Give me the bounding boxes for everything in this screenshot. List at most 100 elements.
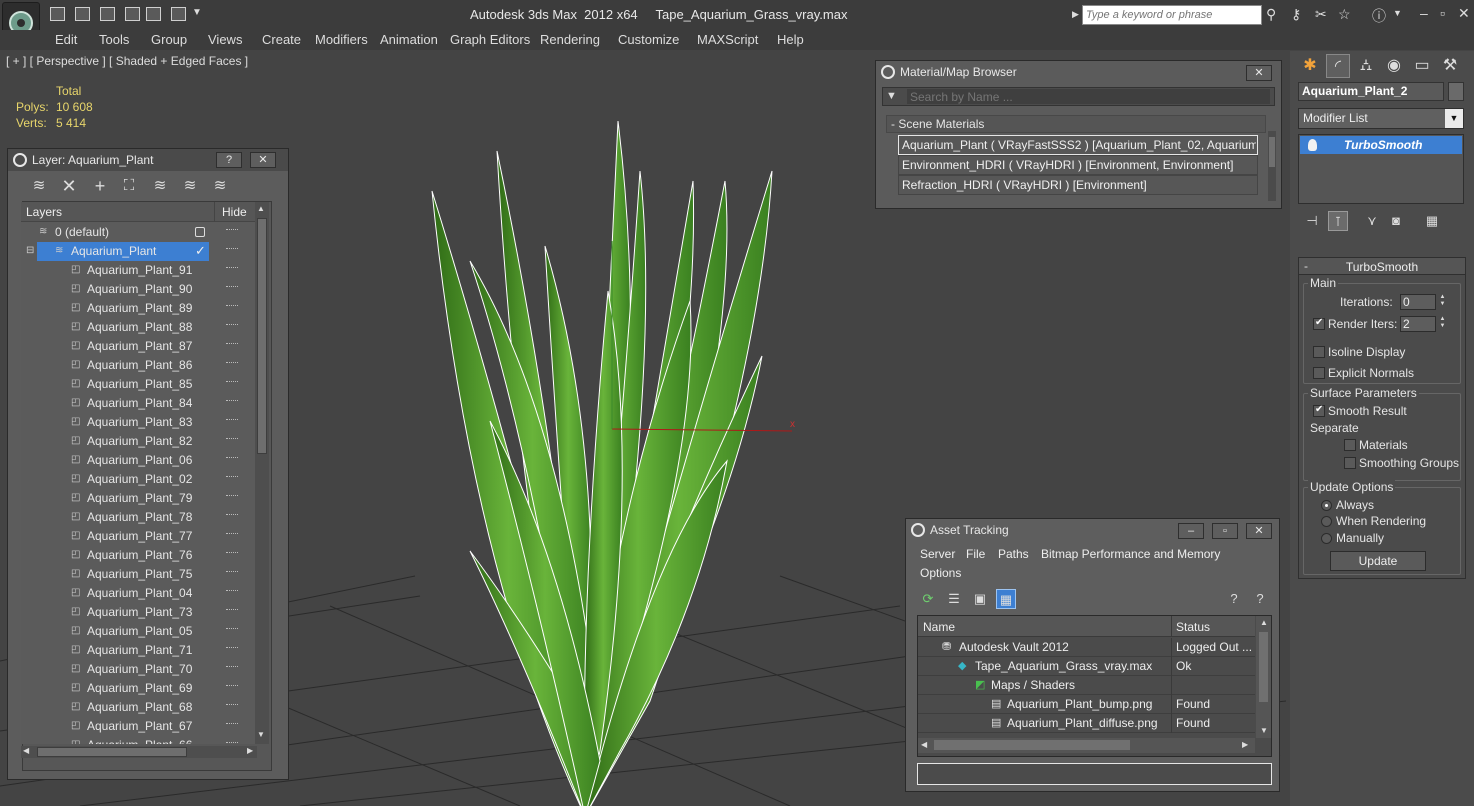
hide-toggle[interactable] bbox=[226, 742, 238, 744]
layer-object-item[interactable]: ◰ Aquarium_Plant_76 bbox=[21, 546, 255, 565]
layer-object-item[interactable]: ◰ Aquarium_Plant_02 bbox=[21, 470, 255, 489]
material-search-input[interactable] bbox=[907, 89, 1270, 104]
layer-object-item[interactable]: ◰ Aquarium_Plant_82 bbox=[21, 432, 255, 451]
smooth-result-checkbox[interactable] bbox=[1313, 404, 1325, 417]
menu-bitmap-performance[interactable]: Bitmap Performance and Memory bbox=[1041, 547, 1220, 561]
layer-object-item[interactable]: ◰ Aquarium_Plant_91 bbox=[21, 261, 255, 280]
asset-vertical-scrollbar[interactable]: ▲ ▼ bbox=[1256, 616, 1271, 738]
layer-object-item[interactable]: ◰ Aquarium_Plant_77 bbox=[21, 527, 255, 546]
hide-toggle[interactable] bbox=[226, 324, 238, 326]
material-scrollbar[interactable] bbox=[1268, 131, 1276, 201]
layer-object-item[interactable]: ◰ Aquarium_Plant_73 bbox=[21, 603, 255, 622]
asset-tracking-titlebar[interactable]: Asset Tracking – ▫ ✕ bbox=[906, 519, 1279, 541]
scroll-right-icon[interactable]: ▶ bbox=[247, 746, 253, 755]
layer-object-item[interactable]: ◰Aquarium_Plant_66 bbox=[21, 736, 255, 744]
list-view-icon[interactable]: ☰ bbox=[944, 589, 964, 609]
layer-horizontal-scrollbar[interactable]: ◀ ▶ bbox=[21, 746, 257, 758]
hide-toggle[interactable] bbox=[226, 419, 238, 421]
menu-group[interactable]: Group bbox=[151, 32, 187, 47]
modifier-list-dropdown[interactable]: Modifier List ▼ bbox=[1298, 108, 1464, 129]
layer-item-default[interactable]: ≋ 0 (default) bbox=[21, 223, 255, 242]
spinner-arrows-icon[interactable]: ▲ ▼ bbox=[1437, 294, 1448, 310]
menu-views[interactable]: Views bbox=[208, 32, 242, 47]
search-input[interactable] bbox=[1082, 5, 1262, 25]
iterations-input[interactable] bbox=[1400, 294, 1436, 310]
motion-tab-icon[interactable]: ◉ bbox=[1382, 54, 1406, 78]
rollout-header[interactable]: - TurboSmooth bbox=[1299, 258, 1465, 275]
undo-icon[interactable] bbox=[100, 7, 115, 21]
select-in-layer-icon[interactable]: ⛶ bbox=[120, 177, 138, 195]
scroll-right-icon[interactable]: ▶ bbox=[1242, 740, 1248, 749]
hide-toggle[interactable] bbox=[226, 723, 238, 725]
aquarium-plant-model[interactable] bbox=[431, 120, 773, 806]
help-dropdown-icon[interactable]: ▼ bbox=[1393, 8, 1402, 18]
layer-object-item[interactable]: ◰ Aquarium_Plant_85 bbox=[21, 375, 255, 394]
hide-toggle[interactable] bbox=[226, 400, 238, 402]
update-button[interactable]: Update bbox=[1330, 551, 1426, 571]
key-icon[interactable]: ⚷ bbox=[1291, 6, 1301, 23]
table-row[interactable]: ◩ Maps / Shaders bbox=[918, 676, 1255, 695]
display-tab-icon[interactable]: ▭ bbox=[1410, 54, 1434, 78]
scroll-left-icon[interactable]: ◀ bbox=[921, 740, 927, 749]
binoculars-icon[interactable]: ⚲ bbox=[1266, 6, 1276, 23]
column-layers[interactable]: Layers bbox=[26, 205, 62, 219]
menu-rendering[interactable]: Rendering bbox=[540, 32, 600, 47]
menu-tools[interactable]: Tools bbox=[99, 32, 129, 47]
hierarchy-tab-icon[interactable]: ⛼ bbox=[1354, 54, 1378, 78]
hide-all-layers-icon[interactable]: ≋ bbox=[181, 177, 199, 195]
hide-toggle[interactable] bbox=[226, 267, 238, 269]
layer-object-item[interactable]: ◰ Aquarium_Plant_68 bbox=[21, 698, 255, 717]
layer-vertical-scrollbar[interactable]: ▲ ▼ bbox=[255, 202, 269, 744]
minimize-button[interactable]: – bbox=[1178, 523, 1204, 539]
menu-edit[interactable]: Edit bbox=[55, 32, 77, 47]
always-radio[interactable] bbox=[1321, 500, 1332, 511]
menu-paths[interactable]: Paths bbox=[998, 547, 1029, 561]
open-file-icon[interactable] bbox=[50, 7, 65, 21]
table-row[interactable]: ⛃ Autodesk Vault 2012 Logged Out ... bbox=[918, 638, 1255, 657]
layer-object-item[interactable]: ◰ Aquarium_Plant_69 bbox=[21, 679, 255, 698]
manually-radio[interactable] bbox=[1321, 533, 1332, 544]
vault-help-icon[interactable]: ? bbox=[1224, 589, 1244, 609]
layer-object-item[interactable]: ◰ Aquarium_Plant_88 bbox=[21, 318, 255, 337]
layer-object-item[interactable]: ◰ Aquarium_Plant_67 bbox=[21, 717, 255, 736]
hide-toggle[interactable] bbox=[226, 248, 238, 250]
scroll-thumb[interactable] bbox=[1259, 632, 1268, 702]
column-hide[interactable]: Hide bbox=[222, 205, 247, 219]
modify-tab-icon[interactable]: ◜ bbox=[1326, 54, 1350, 78]
viewport-label[interactable]: [ + ] [ Perspective ] [ Shaded + Edged F… bbox=[6, 54, 248, 68]
maximize-button[interactable]: ▫ bbox=[1212, 523, 1238, 539]
utilities-tab-icon[interactable]: ⚒ bbox=[1438, 54, 1462, 78]
when-rendering-radio[interactable] bbox=[1321, 516, 1332, 527]
iterations-spinner[interactable]: ▲▼ bbox=[1400, 294, 1448, 310]
layer-object-item[interactable]: ◰ Aquarium_Plant_78 bbox=[21, 508, 255, 527]
hide-toggle[interactable] bbox=[226, 229, 238, 231]
freeze-all-layers-icon[interactable]: ≋ bbox=[211, 177, 229, 195]
layer-object-item[interactable]: ◰ Aquarium_Plant_84 bbox=[21, 394, 255, 413]
smoothing-groups-checkbox[interactable] bbox=[1344, 457, 1356, 469]
hide-toggle[interactable] bbox=[226, 704, 238, 706]
hide-toggle[interactable] bbox=[226, 305, 238, 307]
hide-toggle[interactable] bbox=[226, 438, 238, 440]
help-icon[interactable]: ⓘ bbox=[1372, 6, 1386, 26]
options-dropdown-icon[interactable]: ▼ bbox=[886, 90, 897, 102]
tools-icon[interactable]: ✂ bbox=[1315, 6, 1327, 23]
layer-object-item[interactable]: ◰ Aquarium_Plant_04 bbox=[21, 584, 255, 603]
hide-toggle[interactable] bbox=[226, 457, 238, 459]
current-layer-box-icon[interactable] bbox=[195, 227, 205, 237]
hide-toggle[interactable] bbox=[226, 552, 238, 554]
menu-server[interactable]: Server bbox=[920, 547, 955, 561]
layer-object-item[interactable]: ◰ Aquarium_Plant_83 bbox=[21, 413, 255, 432]
thumbnail-view-icon[interactable]: ▣ bbox=[970, 589, 990, 609]
collapse-minus-icon[interactable]: ⊟ bbox=[26, 245, 37, 256]
configure-modifier-sets-icon[interactable]: ▦ bbox=[1422, 211, 1442, 231]
hold-icon[interactable] bbox=[146, 7, 161, 21]
object-color-swatch[interactable] bbox=[1448, 82, 1464, 101]
layer-object-item[interactable]: ◰ Aquarium_Plant_71 bbox=[21, 641, 255, 660]
quick-access-dropdown-icon[interactable]: ▼ bbox=[192, 7, 202, 18]
help-icon[interactable]: ? bbox=[1250, 589, 1270, 609]
close-button[interactable]: ✕ bbox=[250, 152, 276, 168]
layer-object-item[interactable]: ◰ Aquarium_Plant_70 bbox=[21, 660, 255, 679]
isoline-display-checkbox[interactable] bbox=[1313, 346, 1325, 358]
refresh-icon[interactable]: ⟳ bbox=[918, 589, 938, 609]
remove-modifier-icon[interactable]: ◙ bbox=[1386, 211, 1406, 231]
